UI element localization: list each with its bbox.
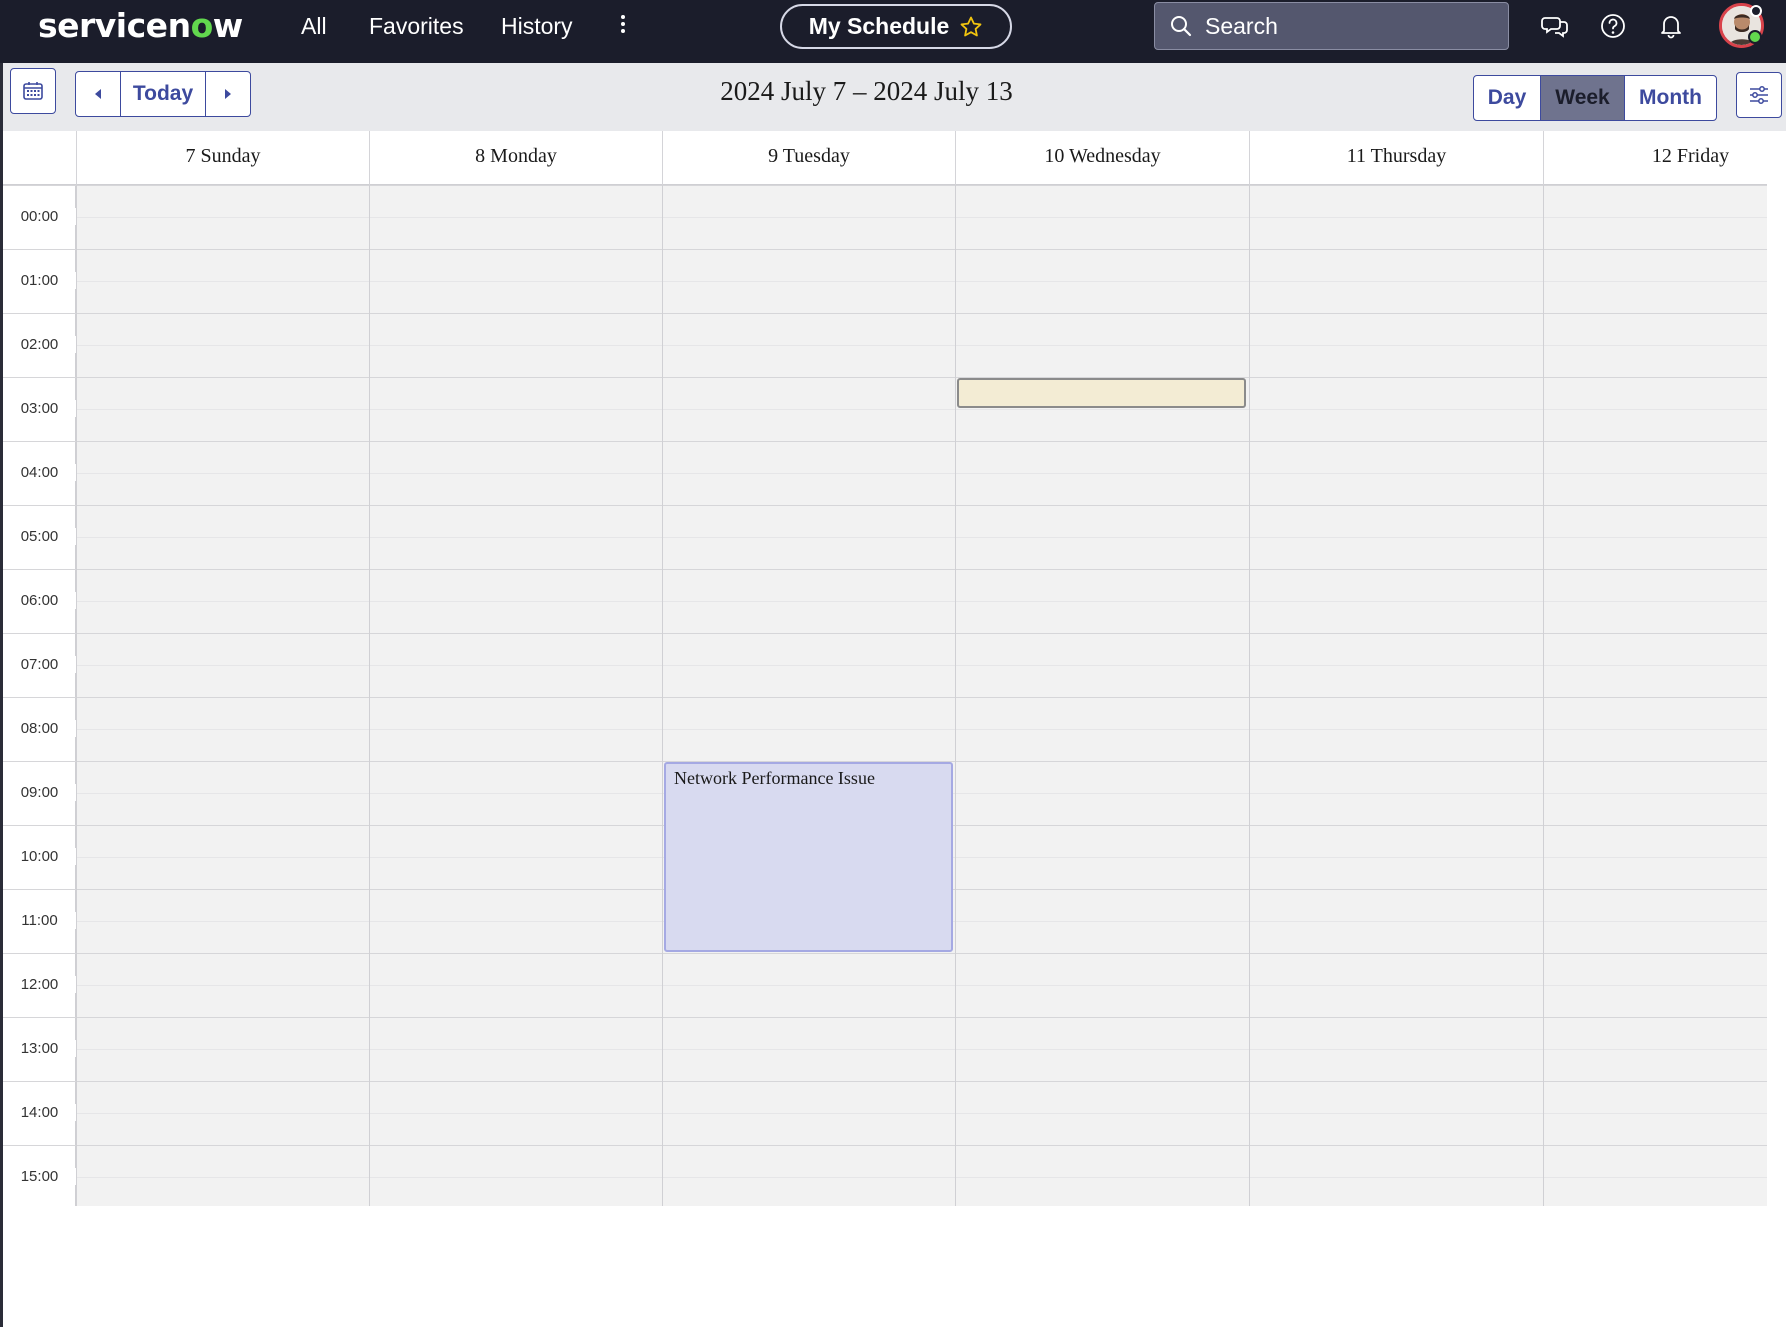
- time-row-divider: [3, 761, 76, 762]
- presence-ring-icon: [1750, 5, 1762, 17]
- hour-gridline: [76, 1145, 1767, 1146]
- time-row-divider: [3, 633, 76, 634]
- more-vertical-icon[interactable]: [614, 12, 632, 40]
- star-outline-icon[interactable]: [959, 15, 983, 39]
- sliders-icon: [1750, 86, 1768, 104]
- day-column-divider: [662, 185, 663, 1206]
- time-row-divider: [3, 1081, 76, 1082]
- hour-label: 05:00: [3, 528, 76, 545]
- hour-label: 14:00: [3, 1104, 76, 1121]
- half-hour-gridline: [76, 1049, 1767, 1050]
- hour-gridline: [76, 249, 1767, 250]
- day-header-monday[interactable]: 8 Monday: [369, 131, 662, 185]
- hour-label: 01:00: [3, 272, 76, 289]
- half-hour-gridline: [76, 729, 1767, 730]
- hour-gridline: [76, 313, 1767, 314]
- time-row-divider: [3, 185, 76, 186]
- half-hour-gridline: [76, 601, 1767, 602]
- hour-label: 12:00: [3, 976, 76, 993]
- half-hour-gridline: [76, 985, 1767, 986]
- nav-all[interactable]: All: [301, 10, 327, 42]
- time-row-divider: [3, 505, 76, 506]
- search-icon: [1171, 16, 1192, 37]
- time-axis: 00:00 01:00 02:00 03:00 04:00 05:00 06:00 07:00…: [3, 185, 76, 1206]
- view-week-button[interactable]: Week: [1540, 75, 1625, 121]
- hour-label: 13:00: [3, 1040, 76, 1057]
- half-hour-gridline: [76, 345, 1767, 346]
- hour-gridline: [76, 633, 1767, 634]
- time-row-divider: [3, 249, 76, 250]
- hour-label: 04:00: [3, 464, 76, 481]
- hour-gridline: [76, 1081, 1767, 1082]
- calendar-event[interactable]: Network Performance Issue: [664, 762, 953, 952]
- hour-gridline: [76, 377, 1767, 378]
- hour-label: 10:00: [3, 848, 76, 865]
- day-column-divider: [1543, 185, 1544, 1206]
- time-row-divider: [3, 441, 76, 442]
- hour-label: 11:00: [3, 912, 76, 929]
- time-row-divider: [3, 569, 76, 570]
- hour-gridline: [76, 505, 1767, 506]
- servicenow-logo[interactable]: servicenow: [38, 4, 243, 48]
- hour-label: 06:00: [3, 592, 76, 609]
- half-hour-gridline: [76, 537, 1767, 538]
- half-hour-gridline: [76, 1177, 1767, 1178]
- workspace-title: My Schedule: [808, 13, 950, 39]
- half-hour-gridline: [76, 665, 1767, 666]
- help-icon[interactable]: [1598, 11, 1628, 41]
- time-row-divider: [3, 889, 76, 890]
- chat-icon[interactable]: [1540, 11, 1570, 41]
- day-column-divider: [1249, 185, 1250, 1206]
- hour-gridline: [76, 1017, 1767, 1018]
- hour-label: 15:00: [3, 1168, 76, 1185]
- half-hour-gridline: [76, 409, 1767, 410]
- hour-label: 08:00: [3, 720, 76, 737]
- hour-label: 00:00: [3, 208, 76, 225]
- week-calendar: 7 Sunday 8 Monday 9 Tuesday 10 Wednesday…: [3, 131, 1767, 1206]
- hour-gridline: [76, 185, 1767, 186]
- bell-icon[interactable]: [1656, 11, 1686, 41]
- hour-label: 02:00: [3, 336, 76, 353]
- time-row-divider: [3, 953, 76, 954]
- search-input[interactable]: [1205, 12, 1495, 40]
- nav-favorites[interactable]: Favorites: [369, 10, 464, 42]
- day-header-sunday[interactable]: 7 Sunday: [76, 131, 369, 185]
- day-column-divider: [955, 185, 956, 1206]
- time-row-divider: [3, 1145, 76, 1146]
- scrollbar-track[interactable]: [1767, 131, 1786, 1327]
- day-column-divider: [76, 185, 77, 1206]
- time-row-divider: [3, 313, 76, 314]
- view-month-button[interactable]: Month: [1624, 75, 1717, 121]
- hour-label: 03:00: [3, 400, 76, 417]
- hour-label: 09:00: [3, 784, 76, 801]
- time-row-divider: [3, 377, 76, 378]
- hour-gridline: [76, 953, 1767, 954]
- day-header-wednesday[interactable]: 10 Wednesday: [955, 131, 1249, 185]
- hour-gridline: [76, 697, 1767, 698]
- nav-history[interactable]: History: [501, 10, 573, 42]
- view-day-button[interactable]: Day: [1473, 75, 1541, 121]
- day-header-tuesday[interactable]: 9 Tuesday: [662, 131, 955, 185]
- half-hour-gridline: [76, 281, 1767, 282]
- calendar-event[interactable]: [957, 378, 1246, 408]
- time-grid[interactable]: Network Performance Issue: [76, 185, 1767, 1206]
- day-header-row: 7 Sunday 8 Monday 9 Tuesday 10 Wednesday…: [3, 131, 1767, 185]
- calendar-settings-button[interactable]: [1736, 72, 1782, 118]
- top-navigation-bar: servicenow All Favorites History My Sche…: [0, 0, 1786, 63]
- day-header-friday[interactable]: 12 Friday: [1543, 131, 1786, 185]
- half-hour-gridline: [76, 1113, 1767, 1114]
- time-row-divider: [3, 697, 76, 698]
- half-hour-gridline: [76, 473, 1767, 474]
- hour-gridline: [76, 441, 1767, 442]
- day-column-divider: [369, 185, 370, 1206]
- hour-label: 07:00: [3, 656, 76, 673]
- day-header-thursday[interactable]: 11 Thursday: [1249, 131, 1543, 185]
- half-hour-gridline: [76, 217, 1767, 218]
- global-search[interactable]: [1154, 2, 1509, 50]
- time-row-divider: [3, 825, 76, 826]
- time-row-divider: [3, 1017, 76, 1018]
- online-status-icon: [1748, 30, 1762, 44]
- hour-gridline: [76, 569, 1767, 570]
- workspace-title-pill[interactable]: My Schedule: [780, 4, 1012, 49]
